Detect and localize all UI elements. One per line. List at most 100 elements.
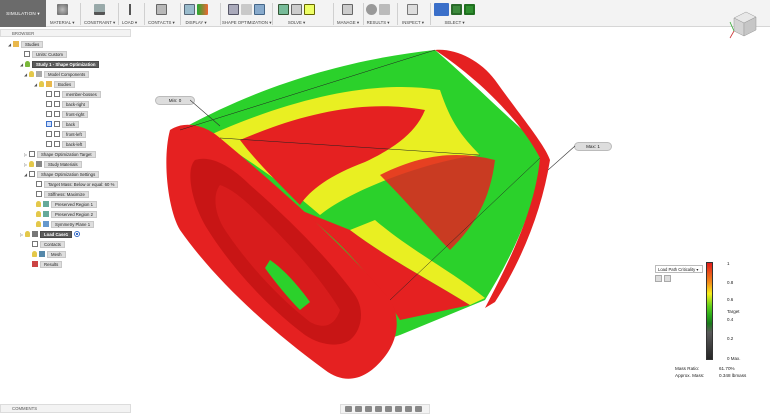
mesh-icon [39, 251, 45, 257]
select-arrow-icon [434, 3, 449, 16]
body-checkbox[interactable] [46, 111, 52, 117]
shape-optimization-group[interactable]: SHAPE OPTIMIZATION ▾ [222, 2, 271, 26]
load-group[interactable]: LOAD ▾ [122, 2, 137, 26]
results-group[interactable]: RESULTS ▾ [366, 2, 390, 26]
display-color-icon [197, 4, 208, 15]
inspect-icon [407, 4, 419, 15]
tree-mesh[interactable]: Mesh [32, 250, 66, 258]
body-icon [54, 141, 60, 147]
body-icon [54, 101, 60, 107]
study-bulb-icon [25, 61, 30, 67]
tree-symmetry[interactable]: Symmetry Plane 1 [36, 220, 95, 228]
tree-bodies[interactable]: ◢ Bodies [34, 80, 76, 88]
contacts-group[interactable]: CONTACTS ▾ [148, 2, 175, 26]
legend-tick-target: Target [727, 309, 740, 314]
legend-tick: 0.6 [727, 297, 734, 302]
pan-icon[interactable] [365, 406, 372, 412]
select-body-icon [464, 4, 475, 15]
legend-settings-icon[interactable] [655, 275, 662, 282]
material-group[interactable]: MATERIAL ▾ [50, 2, 74, 26]
active-radio-icon[interactable] [74, 231, 81, 237]
materials-icon [36, 161, 42, 167]
tree-results[interactable]: Results [32, 260, 63, 268]
workspace-switcher[interactable]: SIMULATION ▾ [0, 0, 46, 27]
preserved-region-icon [43, 211, 49, 217]
viewports-icon[interactable] [415, 406, 422, 412]
tree-study1[interactable]: ◢ Study 1 - Shape Optimization [20, 60, 100, 68]
toolbar: SIMULATION ▾ MATERIAL ▾ CONSTRAINT ▾ LOA… [0, 0, 770, 27]
constraint-icon [94, 4, 106, 15]
legend-tick: 0.4 [727, 317, 734, 322]
tree-body-member-bosses[interactable]: member-bosses [46, 90, 101, 98]
results-icon [32, 261, 38, 267]
body-icon [54, 131, 60, 137]
solve-group[interactable]: SOLVE ▾ [278, 2, 315, 26]
max-leader-line [548, 145, 576, 171]
tree-so-settings[interactable]: ◢ Shape Optimization Settings [24, 170, 100, 178]
symmetry-plane-icon [43, 221, 49, 227]
body-checkbox-checked[interactable] [46, 121, 52, 127]
folder-icon [46, 81, 52, 87]
tree-target-mass[interactable]: Target Mass: Below or equal: 60 % [36, 180, 119, 188]
tree-load-case[interactable]: ▷ Load Case1 [20, 230, 81, 238]
manage-icon [342, 4, 354, 15]
select-group[interactable]: SELECT ▾ [434, 2, 475, 26]
tree-preserved-2[interactable]: Preserved Region 2 [36, 210, 97, 218]
browser-header[interactable]: BROWSER [0, 29, 131, 37]
constraint-group[interactable]: CONSTRAINT ▾ [84, 2, 115, 26]
body-checkbox[interactable] [46, 101, 52, 107]
solve-icon [278, 4, 289, 15]
tree-stiffness[interactable]: Stiffness: Maximize [36, 190, 89, 198]
tree-body-front-right[interactable]: front-right [46, 110, 89, 118]
shape-opt-icon [228, 4, 240, 15]
mass-ratio-value: 61.70% [719, 366, 735, 371]
legend-tick: 0.8 [727, 280, 734, 285]
result-type-select[interactable]: Load Path Criticality ▾ [655, 265, 703, 273]
visibility-bulb-icon [39, 81, 44, 87]
target-icon [29, 151, 35, 157]
body-checkbox[interactable] [46, 131, 52, 137]
display-settings-icon[interactable] [395, 406, 402, 412]
tree-model-components[interactable]: ◢ Model Components [24, 70, 90, 78]
tree-units[interactable]: Units: Custom [24, 50, 67, 58]
optimization-model-view[interactable] [150, 40, 620, 390]
visibility-bulb-icon [32, 251, 37, 257]
precheck-icon [291, 4, 302, 15]
legend-adjust-icon[interactable] [664, 275, 671, 282]
orbit-icon[interactable] [345, 406, 352, 412]
display-group[interactable]: DISPLAY ▾ [184, 2, 208, 26]
viewcube[interactable] [726, 8, 760, 42]
comments-panel[interactable]: COMMENTS [0, 404, 131, 413]
zoom-icon[interactable] [375, 406, 382, 412]
visibility-bulb-icon [29, 71, 34, 77]
tree-body-back-left[interactable]: back-left [46, 140, 87, 148]
legend-tick: 1 [727, 261, 730, 266]
grid-icon[interactable] [405, 406, 412, 412]
body-checkbox[interactable] [46, 141, 52, 147]
legend-colorbar [706, 262, 713, 360]
load-arrow-icon [124, 4, 136, 15]
mass-ratio-label: Mass Ratio: [675, 366, 700, 371]
tree-body-back-right[interactable]: back-right [46, 100, 89, 108]
fit-icon[interactable] [385, 406, 392, 412]
body-checkbox[interactable] [46, 91, 52, 97]
inspect-group[interactable]: INSPECT ▾ [402, 2, 424, 26]
tree-body-back[interactable]: back [46, 120, 80, 128]
tree-so-target[interactable]: ▷ Shape Optimization Target [24, 150, 96, 158]
tree-contacts[interactable]: Contacts [32, 240, 65, 248]
display-icon [184, 4, 195, 15]
approx-mass-label: Approx. Mass: [675, 373, 705, 378]
load-case-icon [32, 231, 38, 237]
look-at-icon[interactable] [355, 406, 362, 412]
tree-study-materials[interactable]: ▷ Study Materials [24, 160, 82, 168]
preserve-region-icon [241, 4, 253, 15]
manage-group[interactable]: MANAGE ▾ [337, 2, 359, 26]
tree-preserved-1[interactable]: Preserved Region 1 [36, 200, 97, 208]
component-icon [36, 71, 42, 77]
min-callout: Min: 0 [155, 96, 195, 105]
visibility-bulb-icon [36, 201, 41, 207]
select-window-icon [451, 4, 462, 15]
tree-body-front-left[interactable]: front-left [46, 130, 86, 138]
tree-studies[interactable]: ◢ Studies [8, 40, 44, 48]
stiffness-icon [36, 191, 42, 197]
